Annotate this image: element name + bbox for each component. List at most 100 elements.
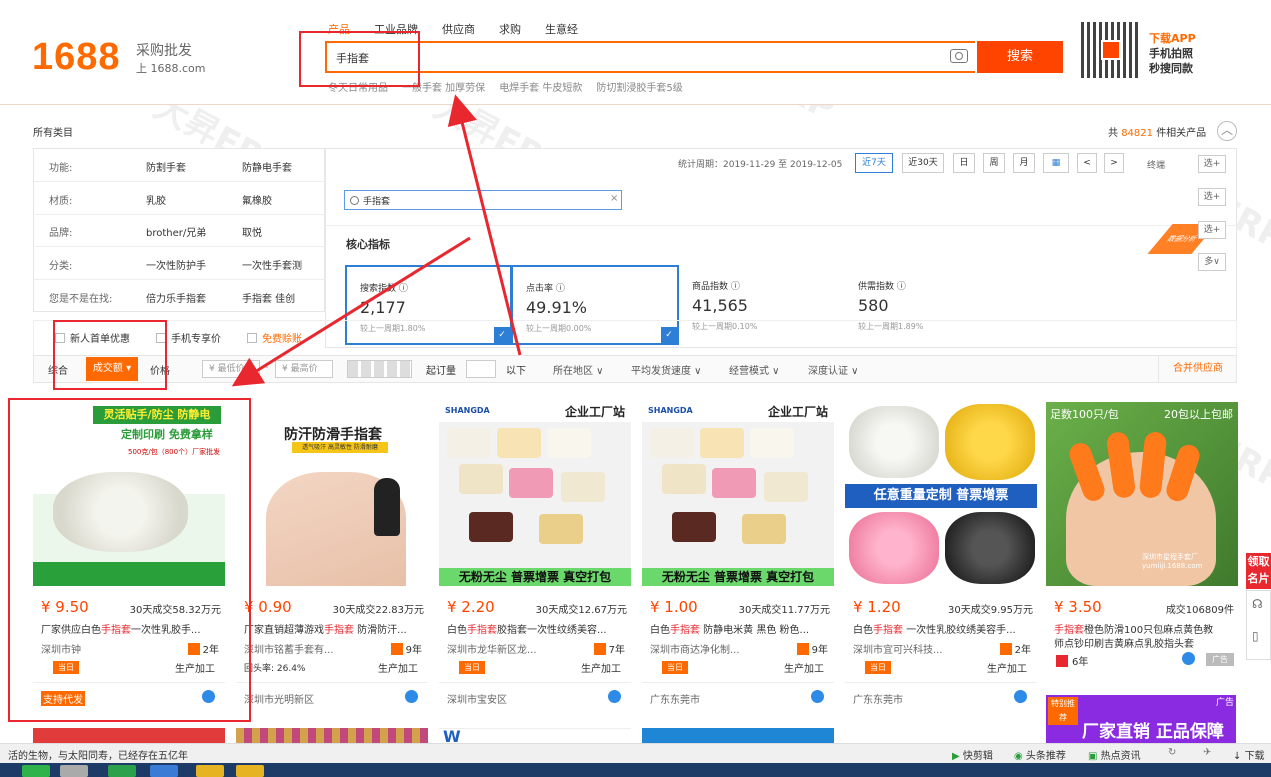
min-price-input[interactable]: ¥ 最低价 bbox=[202, 360, 260, 378]
product-title[interactable]: 白色手指套 防静电米黄 黑色 粉色... bbox=[650, 621, 830, 636]
range-week-button[interactable]: 周 bbox=[983, 153, 1005, 173]
headline-button[interactable]: ◉ 头条推荐 bbox=[1014, 747, 1066, 762]
download-button[interactable]: ↓ 下载 bbox=[1233, 747, 1265, 762]
filter-option[interactable]: 一次性手套测 bbox=[242, 257, 302, 272]
multi-select-button[interactable]: 选+ bbox=[1198, 221, 1226, 239]
filter-option[interactable]: 一次性防护手 bbox=[146, 257, 206, 272]
product-card-partial[interactable] bbox=[642, 728, 834, 743]
supplier-name[interactable]: 深圳市龙华新区龙... bbox=[447, 641, 537, 656]
product-card[interactable]: 企业工厂站 SHANGDA 无粉无尘 普票增票 真空打包 ¥ 2.20 30天成… bbox=[439, 402, 631, 717]
supplier-name[interactable]: 深圳市铭蓄手套有... bbox=[244, 641, 334, 656]
tab-buying-requests[interactable]: 求购 bbox=[499, 21, 521, 37]
delivery-speed-dropdown[interactable]: 平均发货速度 ∨ bbox=[631, 362, 702, 377]
region-dropdown[interactable]: 所在地区 ∨ bbox=[553, 362, 604, 377]
product-title[interactable]: 手指套橙色防滑100只包麻点黄色教 bbox=[1054, 621, 1234, 636]
product-card-partial[interactable]: W bbox=[439, 728, 631, 745]
download-app-label[interactable]: 下载APP bbox=[1149, 30, 1196, 46]
product-image[interactable]: 企业工厂站 SHANGDA 无粉无尘 普票增票 真空打包 bbox=[642, 402, 834, 586]
business-mode-dropdown[interactable]: 经营模式 ∨ bbox=[729, 362, 780, 377]
view-toggle-icon[interactable] bbox=[347, 360, 412, 378]
filter-option[interactable]: brother/兄弟 bbox=[146, 224, 206, 239]
tab-suppliers[interactable]: 供应商 bbox=[442, 21, 475, 37]
certification-dropdown[interactable]: 深度认证 ∨ bbox=[808, 362, 859, 377]
prev-period-button[interactable]: < bbox=[1077, 153, 1097, 173]
wangwang-chat-icon[interactable] bbox=[1182, 652, 1195, 665]
phone-icon[interactable]: ▯ bbox=[1252, 629, 1259, 643]
range-day-button[interactable]: 日 bbox=[953, 153, 975, 173]
product-title[interactable]: 白色手指套 一次性乳胶纹绣美容手... bbox=[853, 621, 1033, 636]
free-credit-checkbox[interactable]: 免费赊账 bbox=[247, 330, 302, 345]
multi-select-button[interactable]: 选+ bbox=[1198, 155, 1226, 173]
app-taskbar-icon[interactable] bbox=[150, 765, 178, 777]
product-card[interactable]: 任意重量定制 普票增票 ¥ 1.20 30天成交9.95万元 白色手指套 一次性… bbox=[845, 402, 1037, 717]
supplier-name[interactable]: 深圳市宜可兴科技... bbox=[853, 641, 943, 656]
multi-select-button[interactable]: 选+ bbox=[1198, 188, 1226, 206]
app-taskbar-icon[interactable] bbox=[60, 765, 88, 777]
range-7days-button[interactable]: 近7天 bbox=[855, 153, 893, 173]
search-button[interactable]: 搜索 bbox=[977, 41, 1063, 73]
same-day-tag: 当日 bbox=[662, 661, 688, 674]
collapse-icon[interactable]: ︿ bbox=[1217, 121, 1237, 141]
logo-url: 上 1688.com bbox=[136, 62, 206, 75]
merge-suppliers-button[interactable]: 合并供应商 bbox=[1158, 355, 1237, 383]
calendar-icon[interactable]: ▦ bbox=[1043, 153, 1069, 173]
wechat-taskbar-icon[interactable] bbox=[22, 765, 50, 777]
product-title[interactable]: 厂家直销超薄游戏手指套 防滑防汗... bbox=[244, 621, 424, 636]
range-month-button[interactable]: 月 bbox=[1013, 153, 1035, 173]
search-input[interactable] bbox=[325, 41, 975, 73]
headset-icon[interactable]: ☊ bbox=[1252, 597, 1263, 611]
more-button[interactable]: 多∨ bbox=[1198, 253, 1226, 271]
product-card[interactable]: 足数100只/包 20包以上包邮 深圳市星程手套厂 yumiiji.1688.c… bbox=[1046, 402, 1238, 717]
max-price-input[interactable]: ¥ 最高价 bbox=[275, 360, 333, 378]
hot-search-item[interactable]: 电焊手套 牛皮短款 bbox=[499, 79, 582, 94]
pin-icon[interactable]: ✈ bbox=[1203, 747, 1211, 758]
filter-option[interactable]: 乳胶 bbox=[146, 192, 166, 207]
filter-option[interactable]: 手指套 佳创 bbox=[242, 290, 295, 305]
filter-option[interactable]: 取悦 bbox=[242, 224, 262, 239]
wangwang-chat-icon[interactable] bbox=[405, 690, 418, 703]
wangwang-chat-icon[interactable] bbox=[608, 690, 621, 703]
pink-cots bbox=[849, 512, 939, 584]
tab-business-tips[interactable]: 生意经 bbox=[545, 21, 578, 37]
logo-number[interactable]: 1688 bbox=[32, 36, 121, 79]
hot-search-item[interactable]: 防切割浸胶手套5级 bbox=[596, 79, 682, 94]
wangwang-chat-icon[interactable] bbox=[811, 690, 824, 703]
refresh-icon[interactable]: ↻ bbox=[1168, 747, 1176, 758]
terminal-select[interactable]: 终端 bbox=[1147, 158, 1165, 171]
filter-option[interactable]: 防静电手套 bbox=[242, 159, 292, 174]
next-period-button[interactable]: > bbox=[1104, 153, 1124, 173]
product-title-line2[interactable]: 师点钞印刷吉黄麻点乳胶指头套 bbox=[1054, 635, 1194, 650]
clear-icon[interactable]: × bbox=[610, 193, 618, 204]
browser-taskbar-icon[interactable] bbox=[108, 765, 136, 777]
title-text: 防静电米黄 黑色 粉色... bbox=[700, 625, 810, 636]
ad-banner[interactable]: 特别推荐 厂家直销 正品保障 广告 bbox=[1046, 695, 1236, 743]
product-image[interactable]: 企业工厂站 SHANGDA 无粉无尘 普票增票 真空打包 bbox=[439, 402, 631, 586]
filter-option[interactable]: 氟橡胶 bbox=[242, 192, 272, 207]
filter-option[interactable]: 倍力乐手指套 bbox=[146, 290, 206, 305]
product-card[interactable]: 防汗防滑手指套 透气吸汗 高灵敏性 防滑耐磨 ¥ 0.90 30天成交22.83… bbox=[236, 402, 428, 717]
moq-input[interactable] bbox=[466, 360, 496, 378]
product-card-partial[interactable] bbox=[33, 728, 225, 743]
product-image[interactable]: 防汗防滑手指套 透气吸汗 高灵敏性 防滑耐磨 bbox=[236, 402, 428, 586]
product-title[interactable]: 白色手指套胶指套一次性纹绣美容... bbox=[447, 621, 627, 636]
keyword-search-input[interactable]: 手指套 bbox=[344, 190, 622, 210]
supplier-area: 深圳市光明新区 bbox=[244, 695, 314, 706]
product-card[interactable]: 企业工厂站 SHANGDA 无粉无尘 普票增票 真空打包 ¥ 1.00 30天成… bbox=[642, 402, 834, 717]
all-categories-label[interactable]: 所有类目 bbox=[33, 124, 73, 139]
wangwang-chat-icon[interactable] bbox=[1014, 690, 1027, 703]
get-card-button[interactable]: 领取名片 bbox=[1246, 553, 1271, 589]
quick-edit-button[interactable]: ▶ 快剪辑 bbox=[952, 747, 993, 762]
filter-option[interactable]: 防割手套 bbox=[146, 159, 186, 174]
play-icon: ▶ bbox=[952, 751, 963, 762]
folder-taskbar-icon[interactable] bbox=[236, 765, 264, 777]
camera-icon[interactable] bbox=[950, 49, 968, 63]
product-image[interactable]: 足数100只/包 20包以上包邮 深圳市星程手套厂 yumiiji.1688.c… bbox=[1046, 402, 1238, 586]
hot-news-button[interactable]: ▣ 热点资讯 bbox=[1088, 747, 1141, 762]
range-30days-button[interactable]: 近30天 bbox=[902, 153, 944, 173]
business-mode: 生产加工 bbox=[378, 664, 418, 675]
folder-taskbar-icon[interactable] bbox=[196, 765, 224, 777]
product-image[interactable]: 任意重量定制 普票增票 bbox=[845, 402, 1037, 586]
product-card-partial[interactable] bbox=[236, 728, 428, 743]
stat-period: 统计周期：2019-11-29 至 2019-12-05 bbox=[678, 160, 843, 170]
supplier-name[interactable]: 深圳市商达净化制... bbox=[650, 641, 740, 656]
